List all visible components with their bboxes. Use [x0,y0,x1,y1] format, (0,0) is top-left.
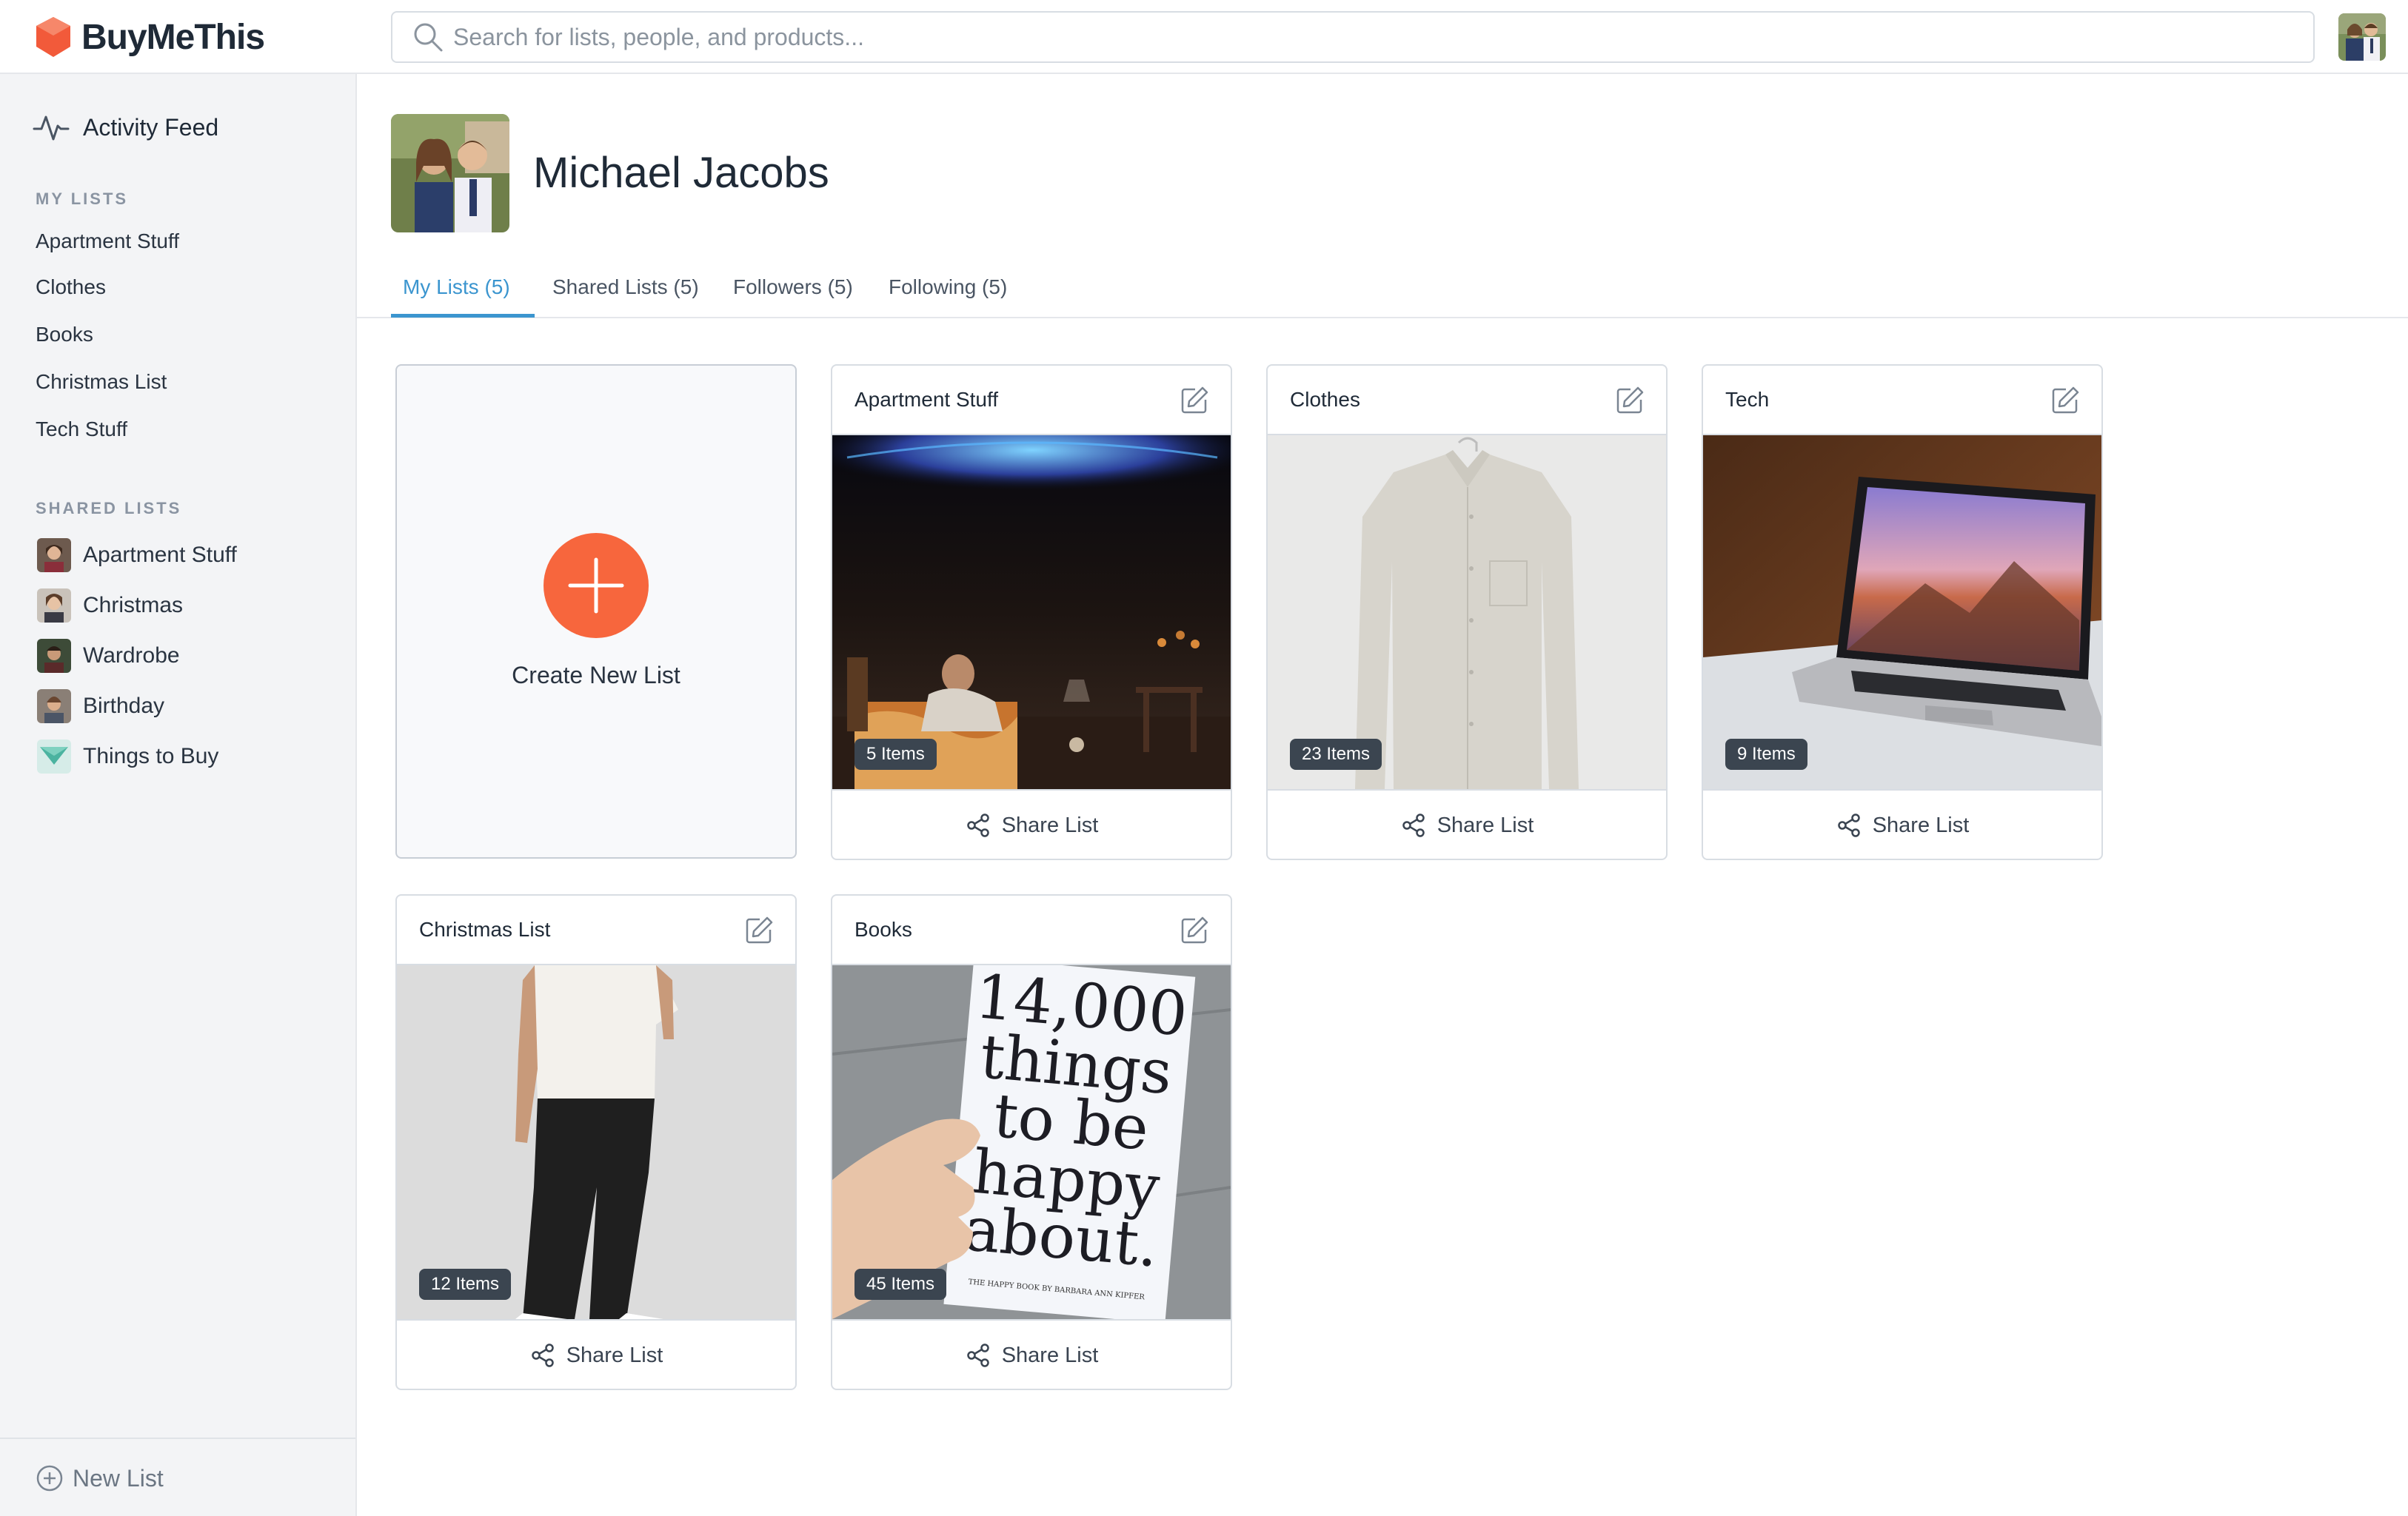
share-icon [966,1344,989,1367]
list-card-apartment-stuff[interactable]: Apartment Stuff 5 Items Share List [831,364,1232,860]
search-input[interactable] [453,23,2290,51]
list-card-tech[interactable]: Tech 9 Items Share List [1702,364,2103,860]
app-name: BuyMeThis [81,17,265,57]
share-list-label: Share List [1437,813,1534,837]
card-header: Books [832,896,1231,965]
card-image: 12 Items [397,965,795,1319]
edit-icon[interactable] [1179,915,1210,946]
share-icon [1837,814,1860,837]
card-title: Clothes [1290,388,1360,411]
items-count-badge: 9 Items [1725,739,1807,770]
top-bar: BuyMeThis [0,0,2408,74]
card-image: 14,000 things to be happy about. THE HAP… [832,965,1231,1319]
share-list-label: Share List [1001,813,1099,837]
card-header: Christmas List [397,896,795,965]
card-header: Tech [1703,366,2101,435]
tab-followers[interactable]: Followers (5) [733,275,853,317]
sidebar-item-books[interactable]: Books [36,323,93,346]
edit-icon[interactable] [2050,385,2081,416]
sidebar-item-christmas-list[interactable]: Christmas List [36,370,167,394]
profile-name: Michael Jacobs [533,149,829,197]
shared-list-christmas[interactable]: Christmas [37,588,183,623]
shared-list-wardrobe[interactable]: Wardrobe [37,638,180,674]
avatar [37,689,71,723]
card-title: Tech [1725,388,1770,411]
items-count-badge: 5 Items [854,739,937,770]
sidebar-item-apartment-stuff[interactable]: Apartment Stuff [36,229,179,253]
my-lists-heading: MY LISTS [36,190,129,208]
plus-icon [568,557,624,614]
shared-list-label: Wardrobe [83,643,180,668]
avatar [37,639,71,673]
share-list-button[interactable]: Share List [832,1319,1231,1389]
tab-my-lists[interactable]: My Lists (5) [403,275,510,317]
share-list-button[interactable]: Share List [397,1319,795,1389]
new-list-label: New List [73,1464,164,1492]
card-title: Books [854,918,912,941]
edit-icon[interactable] [1614,385,1645,416]
share-icon [531,1344,554,1367]
active-tab-indicator [391,314,535,318]
create-new-list-card[interactable]: Create New List [395,364,797,859]
shared-list-label: Things to Buy [83,744,219,768]
tabs-divider [357,317,2408,318]
shared-list-apartment-stuff[interactable]: Apartment Stuff [37,537,237,573]
shared-list-birthday[interactable]: Birthday [37,688,164,724]
edit-icon[interactable] [743,915,775,946]
share-list-label: Share List [566,1343,663,1367]
shared-list-label: Birthday [83,694,165,718]
edit-icon[interactable] [1179,385,1210,416]
card-image: 5 Items [832,435,1231,789]
card-image: 23 Items [1268,435,1666,789]
profile-photo [391,114,509,232]
search-bar[interactable] [391,11,2315,63]
tab-following[interactable]: Following (5) [889,275,1007,317]
card-title: Christmas List [419,918,551,941]
activity-feed-label: Activity Feed [83,113,219,141]
sidebar-footer: New List [0,1438,355,1516]
sidebar: Activity Feed MY LISTS Apartment Stuff C… [0,74,357,1516]
plus-circle-icon [36,1465,63,1492]
items-count-badge: 12 Items [419,1269,512,1300]
list-card-clothes[interactable]: Clothes 23 Items Share List [1266,364,1668,860]
activity-pulse-icon [33,115,70,141]
shared-lists-heading: SHARED LISTS [36,499,182,517]
card-header: Clothes [1268,366,1666,435]
items-count-badge: 23 Items [1290,739,1382,770]
shared-list-things-to-buy[interactable]: Things to Buy [37,739,218,774]
app-logo[interactable]: BuyMeThis [34,15,265,59]
card-header: Apartment Stuff [832,366,1231,435]
user-avatar[interactable] [2338,13,2386,61]
avatar [37,739,71,774]
share-icon [1402,814,1425,837]
share-list-button[interactable]: Share List [1703,789,2101,859]
search-icon [414,23,443,52]
share-icon [966,814,989,837]
shared-list-label: Christmas [83,593,184,617]
create-new-list-label: Create New List [512,662,680,688]
list-card-christmas-list[interactable]: Christmas List 12 Items Share List [395,894,797,1390]
share-list-label: Share List [1872,813,1970,837]
activity-feed-link[interactable]: Activity Feed [33,110,218,145]
share-list-button[interactable]: Share List [832,789,1231,859]
list-card-books[interactable]: Books 14,000 things to be happy about. T… [831,894,1232,1390]
avatar [37,588,71,623]
tab-shared-lists[interactable]: Shared Lists (5) [552,275,699,317]
sidebar-item-clothes[interactable]: Clothes [36,275,106,299]
avatar [37,538,71,572]
create-list-plus-button[interactable] [544,533,649,638]
share-list-label: Share List [1001,1343,1099,1367]
shared-list-label: Apartment Stuff [83,543,237,567]
card-title: Apartment Stuff [854,388,999,411]
sidebar-item-tech-stuff[interactable]: Tech Stuff [36,417,127,441]
logo-hexagon-icon [36,17,70,57]
new-list-button[interactable]: New List [36,1461,164,1495]
card-image: 9 Items [1703,435,2101,789]
items-count-badge: 45 Items [854,1269,947,1300]
share-list-button[interactable]: Share List [1268,789,1666,859]
